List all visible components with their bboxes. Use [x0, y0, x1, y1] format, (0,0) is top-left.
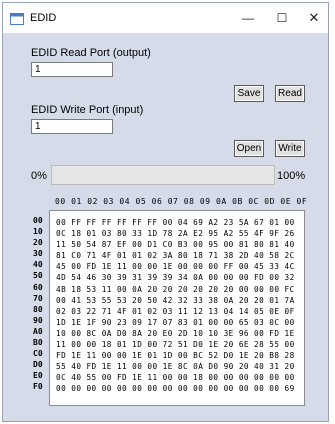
hex-row: 0C 18 01 03 80 33 1D 78 2A E2 95 A2 55 4… [56, 229, 295, 239]
hex-address: D0 [33, 360, 43, 370]
hex-address: 60 [33, 282, 43, 292]
hex-row: 4B 18 53 11 00 0A 20 20 20 20 20 20 00 0… [56, 284, 295, 294]
read-port-input[interactable]: 1 [31, 62, 113, 77]
hex-address: 90 [33, 315, 43, 325]
hex-address: 70 [33, 293, 43, 303]
progress-min-label: 0% [31, 170, 47, 182]
read-button[interactable]: Read [275, 85, 305, 102]
write-port-label: EDID Write Port (input) [31, 104, 144, 116]
hex-address: 10 [33, 227, 43, 237]
maximize-button[interactable]: ☐ [272, 9, 292, 27]
progress-bar [51, 165, 275, 185]
progress-max-label: 100% [277, 170, 306, 182]
hex-row: 00 00 00 00 00 00 00 00 00 00 00 00 00 0… [56, 384, 295, 394]
open-button[interactable]: Open [234, 140, 264, 157]
hex-rows: 00 FF FF FF FF FF FF 00 04 69 A2 23 5A 6… [56, 217, 295, 395]
window-title: EDID [30, 12, 57, 24]
read-port-label: EDID Read Port (output) [31, 47, 151, 59]
hex-row: 55 40 FD 1E 11 00 00 1E 8C 0A D0 90 20 4… [56, 362, 295, 372]
hex-row: 10 00 8C 0A D0 8A 20 E0 2D 10 10 3E 96 0… [56, 328, 295, 338]
hex-address: 30 [33, 249, 43, 259]
hex-address: 40 [33, 260, 43, 270]
client-area: EDID Read Port (output) 1 Save Read EDID… [3, 33, 328, 421]
hex-address: C0 [33, 349, 43, 359]
hex-address: F0 [33, 382, 43, 392]
hex-column-header: 00 01 02 03 04 05 06 07 08 09 0A 0B 0C 0… [55, 197, 308, 206]
write-button[interactable]: Write [275, 140, 305, 157]
hex-row: 00 FF FF FF FF FF FF 00 04 69 A2 23 5A 6… [56, 218, 295, 227]
hex-address: 80 [33, 304, 43, 314]
hex-row: 11 50 54 87 EF 00 D1 C0 B3 00 95 00 81 8… [56, 240, 295, 250]
title-bar[interactable]: EDID — ☐ ✕ [3, 3, 328, 33]
hex-row: FD 1E 11 00 00 1E 01 1D 00 BC 52 D0 1E 2… [56, 351, 295, 361]
hex-address: B0 [33, 338, 43, 348]
close-button[interactable]: ✕ [304, 9, 324, 27]
hex-row: 00 41 53 55 53 20 50 42 32 33 38 0A 20 2… [56, 295, 295, 305]
hex-address: A0 [33, 326, 43, 336]
hex-row: 1D 1E 1F 90 23 09 17 07 83 01 00 00 65 0… [56, 317, 295, 327]
hex-address: 00 [33, 216, 43, 225]
hex-row: 81 C0 71 4F 01 01 02 3A 80 18 71 38 2D 4… [56, 251, 295, 261]
hex-row: 4D 54 46 30 39 31 39 39 34 0A 00 00 00 F… [56, 273, 295, 283]
minimize-button[interactable]: — [238, 9, 258, 27]
save-button[interactable]: Save [234, 85, 264, 102]
write-port-input[interactable]: 1 [31, 119, 113, 134]
hex-address: E0 [33, 371, 43, 381]
hex-address-column: 00 10 20 30 40 50 60 70 80 90 A0 B0 C0 D0 E0 F0 [33, 215, 43, 393]
hex-data-view[interactable]: 00 FF FF FF FF FF FF 00 04 69 A2 23 5A 6… [49, 210, 305, 406]
hex-row: 45 00 FD 1E 11 00 00 1E 00 00 00 FF 00 4… [56, 262, 295, 272]
hex-address: 50 [33, 271, 43, 281]
edid-window: EDID — ☐ ✕ EDID Read Port (output) 1 Sav… [2, 2, 329, 422]
app-window-icon [10, 13, 24, 25]
hex-row: 11 00 00 18 01 1D 00 72 51 D0 1E 20 6E 2… [56, 340, 295, 350]
hex-address: 20 [33, 238, 43, 248]
hex-row: 02 03 22 71 4F 01 02 03 11 12 13 04 14 0… [56, 306, 295, 316]
hex-row: 0C 40 55 00 FD 1E 11 00 00 18 00 00 00 0… [56, 373, 295, 383]
